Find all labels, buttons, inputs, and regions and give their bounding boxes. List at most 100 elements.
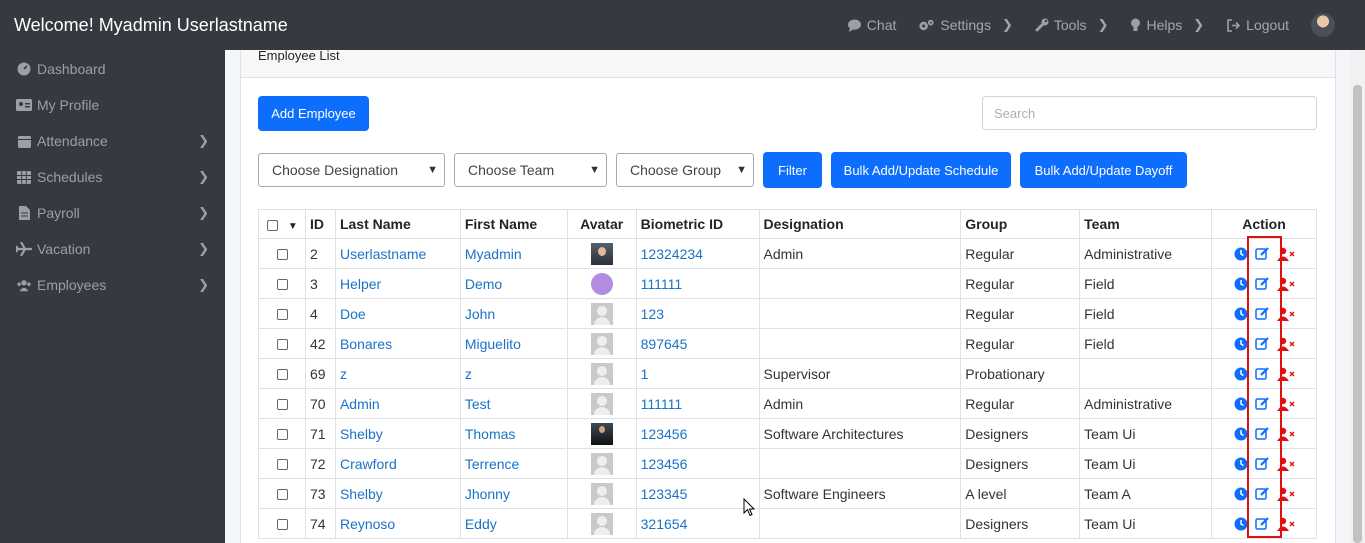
schedule-clock-icon[interactable]: [1234, 457, 1248, 471]
col-biometric-id[interactable]: Biometric ID: [635, 209, 760, 239]
nav-chat[interactable]: Chat: [847, 17, 896, 33]
sidebar-item-attendance[interactable]: Attendance ❯: [0, 123, 225, 159]
col-first-name[interactable]: First Name: [459, 209, 568, 239]
select-all-checkbox[interactable]: [267, 219, 278, 231]
schedule-clock-icon[interactable]: [1234, 337, 1248, 351]
remove-user-icon[interactable]: [1277, 397, 1295, 411]
remove-user-icon[interactable]: [1277, 427, 1295, 441]
sidebar-item-schedules[interactable]: Schedules ❯: [0, 159, 225, 195]
edit-icon[interactable]: [1255, 516, 1270, 531]
filter-button[interactable]: Filter: [763, 152, 822, 188]
edit-icon[interactable]: [1255, 306, 1270, 321]
nav-helps[interactable]: Helps ❯: [1130, 17, 1204, 33]
cell-last-name-link[interactable]: z: [334, 358, 461, 389]
designation-select[interactable]: Choose Designation ▼: [258, 153, 445, 187]
team-select[interactable]: Choose Team ▼: [454, 153, 607, 187]
bulk-schedule-button[interactable]: Bulk Add/Update Schedule: [831, 152, 1011, 188]
remove-user-icon[interactable]: [1277, 457, 1295, 471]
nav-tools[interactable]: Tools ❯: [1035, 17, 1108, 33]
row-checkbox[interactable]: [277, 279, 288, 291]
cell-last-name-link[interactable]: Crawford: [334, 448, 461, 479]
schedule-clock-icon[interactable]: [1234, 397, 1248, 411]
row-checkbox[interactable]: [277, 429, 288, 441]
schedule-clock-icon[interactable]: [1234, 367, 1248, 381]
row-checkbox[interactable]: [277, 399, 288, 411]
row-checkbox[interactable]: [277, 249, 288, 261]
cell-biometric-link[interactable]: 111111: [635, 268, 760, 299]
col-designation[interactable]: Designation: [758, 209, 962, 239]
cell-last-name-link[interactable]: Bonares: [334, 328, 461, 359]
edit-icon[interactable]: [1255, 276, 1270, 291]
search-input[interactable]: Search: [982, 96, 1317, 130]
sidebar-item-employees[interactable]: Employees ❯: [0, 267, 225, 303]
row-checkbox[interactable]: [277, 309, 288, 321]
scrollbar[interactable]: [1350, 50, 1365, 543]
edit-icon[interactable]: [1255, 366, 1270, 381]
sidebar-item-my-profile[interactable]: My Profile: [0, 87, 225, 123]
cell-last-name-link[interactable]: Shelby: [334, 418, 461, 449]
remove-user-icon[interactable]: [1277, 247, 1295, 261]
nav-settings[interactable]: Settings ❯: [918, 17, 1013, 33]
schedule-clock-icon[interactable]: [1234, 517, 1248, 531]
add-employee-button[interactable]: Add Employee: [258, 96, 369, 131]
cell-first-name-link[interactable]: Demo: [459, 268, 568, 299]
row-checkbox[interactable]: [277, 369, 288, 381]
cell-biometric-link[interactable]: 12324234: [635, 238, 760, 269]
cell-last-name-link[interactable]: Shelby: [334, 478, 461, 509]
col-id[interactable]: ID: [304, 209, 336, 239]
cell-first-name-link[interactable]: Jhonny: [459, 478, 568, 509]
cell-first-name-link[interactable]: Thomas: [459, 418, 568, 449]
cell-biometric-link[interactable]: 123456: [635, 418, 760, 449]
schedule-clock-icon[interactable]: [1234, 307, 1248, 321]
schedule-clock-icon[interactable]: [1234, 247, 1248, 261]
edit-icon[interactable]: [1255, 396, 1270, 411]
edit-icon[interactable]: [1255, 486, 1270, 501]
edit-icon[interactable]: [1255, 246, 1270, 261]
sidebar-item-payroll[interactable]: Payroll ❯: [0, 195, 225, 231]
cell-first-name-link[interactable]: Miguelito: [459, 328, 568, 359]
cell-first-name-link[interactable]: Terrence: [459, 448, 568, 479]
cell-biometric-link[interactable]: 123345: [635, 478, 760, 509]
cell-biometric-link[interactable]: 123456: [635, 448, 760, 479]
row-checkbox[interactable]: [277, 519, 288, 531]
cell-biometric-link[interactable]: 1: [635, 358, 760, 389]
cell-last-name-link[interactable]: Doe: [334, 298, 461, 329]
cell-biometric-link[interactable]: 123: [635, 298, 760, 329]
caret-down-icon[interactable]: ▼: [288, 221, 298, 232]
row-checkbox[interactable]: [277, 459, 288, 471]
cell-biometric-link[interactable]: 897645: [635, 328, 760, 359]
col-team[interactable]: Team: [1079, 209, 1212, 239]
col-group[interactable]: Group: [960, 209, 1081, 239]
remove-user-icon[interactable]: [1277, 517, 1295, 531]
cell-first-name-link[interactable]: Myadmin: [459, 238, 568, 269]
remove-user-icon[interactable]: [1277, 277, 1295, 291]
remove-user-icon[interactable]: [1277, 487, 1295, 501]
group-select[interactable]: Choose Group ▼: [616, 153, 754, 187]
cell-last-name-link[interactable]: Userlastname: [334, 238, 461, 269]
cell-first-name-link[interactable]: John: [459, 298, 568, 329]
cell-biometric-link[interactable]: 111111: [635, 388, 760, 419]
row-checkbox[interactable]: [277, 489, 288, 501]
cell-last-name-link[interactable]: Admin: [334, 388, 461, 419]
cell-biometric-link[interactable]: 321654: [635, 508, 760, 539]
edit-icon[interactable]: [1255, 456, 1270, 471]
cell-last-name-link[interactable]: Helper: [334, 268, 461, 299]
nav-logout[interactable]: Logout: [1226, 17, 1289, 33]
cell-last-name-link[interactable]: Reynoso: [334, 508, 461, 539]
scrollbar-thumb[interactable]: [1353, 85, 1362, 543]
sidebar-item-vacation[interactable]: Vacation ❯: [0, 231, 225, 267]
col-last-name[interactable]: Last Name: [334, 209, 461, 239]
cell-first-name-link[interactable]: Eddy: [459, 508, 568, 539]
row-checkbox[interactable]: [277, 339, 288, 351]
schedule-clock-icon[interactable]: [1234, 487, 1248, 501]
schedule-clock-icon[interactable]: [1234, 277, 1248, 291]
bulk-dayoff-button[interactable]: Bulk Add/Update Dayoff: [1020, 152, 1187, 188]
cell-first-name-link[interactable]: z: [459, 358, 568, 389]
schedule-clock-icon[interactable]: [1234, 427, 1248, 441]
sidebar-item-dashboard[interactable]: Dashboard: [0, 51, 225, 87]
edit-icon[interactable]: [1255, 336, 1270, 351]
remove-user-icon[interactable]: [1277, 307, 1295, 321]
cell-first-name-link[interactable]: Test: [459, 388, 568, 419]
remove-user-icon[interactable]: [1277, 367, 1295, 381]
edit-icon[interactable]: [1255, 426, 1270, 441]
